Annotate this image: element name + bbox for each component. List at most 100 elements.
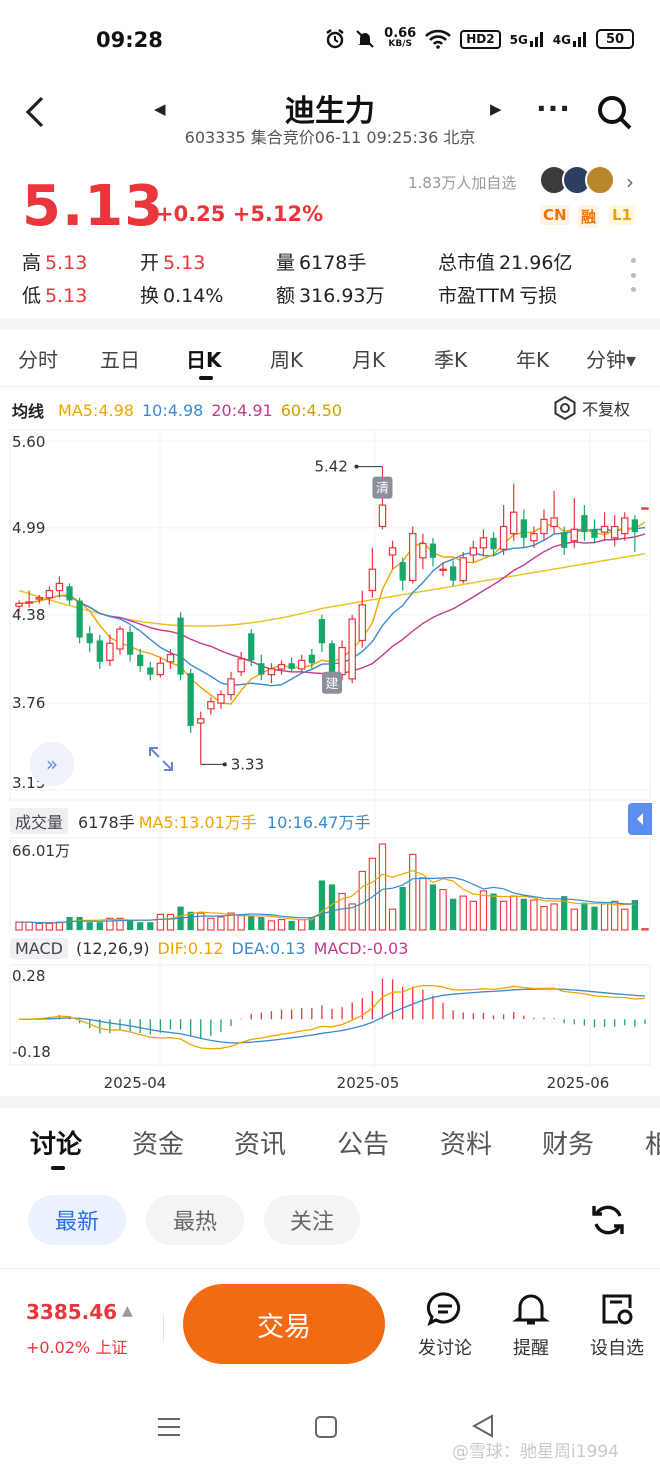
max-marker-dot [354, 464, 359, 469]
net-speed: 0.66 KB/S [384, 26, 417, 49]
volume-bar [499, 900, 508, 931]
tab-monthly-k[interactable]: 月K [352, 344, 385, 373]
macd-panel-frame [9, 964, 651, 1066]
adjust-toggle[interactable]: 不复权 [552, 395, 630, 421]
tab-financials[interactable]: 财务 [542, 1124, 594, 1161]
filter-latest[interactable]: 最新 [28, 1195, 126, 1245]
tab-news[interactable]: 资讯 [234, 1124, 286, 1161]
index-change[interactable]: +0.02% 上证 [26, 1334, 127, 1358]
tab-five-day[interactable]: 五日 [100, 344, 140, 373]
candle-body [499, 525, 508, 550]
index-value[interactable]: 3385.46 [26, 1300, 117, 1324]
clock: 09:28 [96, 28, 163, 52]
tab-profile[interactable]: 资料 [440, 1124, 492, 1161]
volume-bar [96, 922, 103, 930]
volume-bar [600, 903, 609, 931]
candle-body [621, 517, 629, 535]
stat-market-cap: 总市值 21.96亿 [438, 252, 573, 274]
candle-body [561, 532, 568, 548]
volume-bar [288, 920, 295, 930]
tab-intraday[interactable]: 分时 [18, 344, 58, 373]
volume-bar [147, 922, 154, 930]
alarm-icon [326, 29, 344, 49]
candle-body [288, 663, 295, 669]
volume-bar [76, 916, 83, 930]
search-icon[interactable] [594, 92, 634, 132]
candle-body [439, 568, 447, 572]
nav-home-icon[interactable] [314, 1415, 338, 1439]
candle-body [570, 528, 579, 542]
macd-bottom-label: -0.18 [12, 1043, 51, 1061]
y-axis-label: 3.76 [12, 694, 45, 712]
candle-body [248, 633, 255, 661]
candle-body [267, 668, 276, 676]
chevron-right-icon[interactable]: › [626, 170, 634, 194]
prev-stock-icon[interactable]: ◀ [154, 100, 166, 118]
candle-body [409, 532, 417, 582]
tab-yearly-k[interactable]: 年K [516, 344, 549, 373]
candle-body [399, 562, 406, 581]
refresh-icon[interactable] [588, 1200, 628, 1240]
nav-back-icon[interactable] [470, 1413, 496, 1439]
volume-bar [570, 908, 578, 931]
macd-legend[interactable]: MACD (12,26,9) DIF:0.12 DEA:0.13 MACD:-0… [10, 938, 408, 959]
tab-announcements[interactable]: 公告 [337, 1124, 389, 1161]
side-panel-handle[interactable] [628, 803, 652, 835]
tab-daily-k[interactable]: 日K [186, 344, 222, 373]
ma60-value: 60:4.50 [280, 400, 343, 420]
candle-body [308, 654, 315, 664]
nav-menu-icon[interactable] [156, 1415, 182, 1439]
min-marker-dot [222, 762, 227, 767]
active-tab-indicator [199, 376, 213, 380]
discuss-button[interactable]: 发讨论 [410, 1290, 480, 1360]
filter-following[interactable]: 关注 [264, 1195, 360, 1245]
fullscreen-icon[interactable] [146, 744, 176, 774]
follower-avatars[interactable] [539, 165, 615, 195]
tag-margin[interactable]: 融 [578, 205, 600, 228]
candle-body [631, 519, 638, 533]
remind-button[interactable]: 提醒 [496, 1290, 566, 1360]
tab-discussion[interactable]: 讨论 [30, 1124, 82, 1161]
trade-button[interactable]: 交易 [183, 1284, 385, 1364]
kline-chart[interactable]: 5.604.994.383.763.15 5.423.33清建 66.01万 0… [0, 425, 660, 1095]
tag-cn[interactable]: CN [540, 205, 570, 225]
price-change: +0.25 +5.12% [156, 202, 324, 226]
back-arrow-icon[interactable] [22, 94, 52, 130]
bell-icon [512, 1294, 550, 1325]
candle-body [187, 673, 194, 726]
tab-minute[interactable]: 分钟▾ [586, 344, 636, 373]
expand-left-icon[interactable]: » [30, 742, 74, 786]
volume-bar [610, 900, 619, 931]
tab-quarterly-k[interactable]: 季K [434, 344, 467, 373]
period-tabs: 分时 五日 日K 周K 月K 季K 年K 分钟▾ [0, 332, 660, 384]
filter-hot[interactable]: 最热 [146, 1195, 244, 1245]
tab-more[interactable]: 相 [645, 1124, 660, 1161]
stock-subtitle: 603335 集合竞价06-11 09:25:36 北京 [184, 128, 476, 147]
follower-count[interactable]: 1.83万人加自选 [408, 172, 516, 193]
candle-body [530, 532, 538, 542]
min-price-label: 3.33 [231, 755, 264, 773]
candle-body [610, 525, 619, 539]
volume-bar [248, 915, 255, 930]
volume-bar [409, 853, 417, 931]
x-axis-label: 2025-06 [547, 1074, 610, 1092]
more-icon[interactable]: ··· [536, 92, 571, 125]
candle-body [358, 604, 367, 642]
candle-body [66, 586, 73, 601]
volume-bar [328, 884, 336, 930]
candle-body [197, 718, 205, 724]
stat-open: 开 5.13 [140, 252, 206, 274]
tag-l1[interactable]: L1 [609, 205, 635, 225]
ma5-value: MA5:4.98 [58, 400, 134, 420]
volume-bar [510, 895, 518, 931]
more-stats-icon[interactable] [630, 258, 636, 292]
candle-body [479, 537, 488, 549]
next-stock-icon[interactable]: ▶ [490, 100, 502, 118]
volume-legend[interactable]: 成交量 6178手 MA5:13.01万手 10:16.47万手 [10, 808, 370, 834]
badge-build: 建 [325, 677, 338, 692]
ma-legend[interactable]: 均线 MA5:4.98 10:4.98 20:4.91 60:4.50 [12, 398, 342, 422]
watchlist-button[interactable]: 设自选 [582, 1290, 652, 1360]
volume-bar [277, 919, 286, 931]
tab-weekly-k[interactable]: 周K [270, 344, 303, 373]
tab-capital[interactable]: 资金 [132, 1124, 184, 1161]
